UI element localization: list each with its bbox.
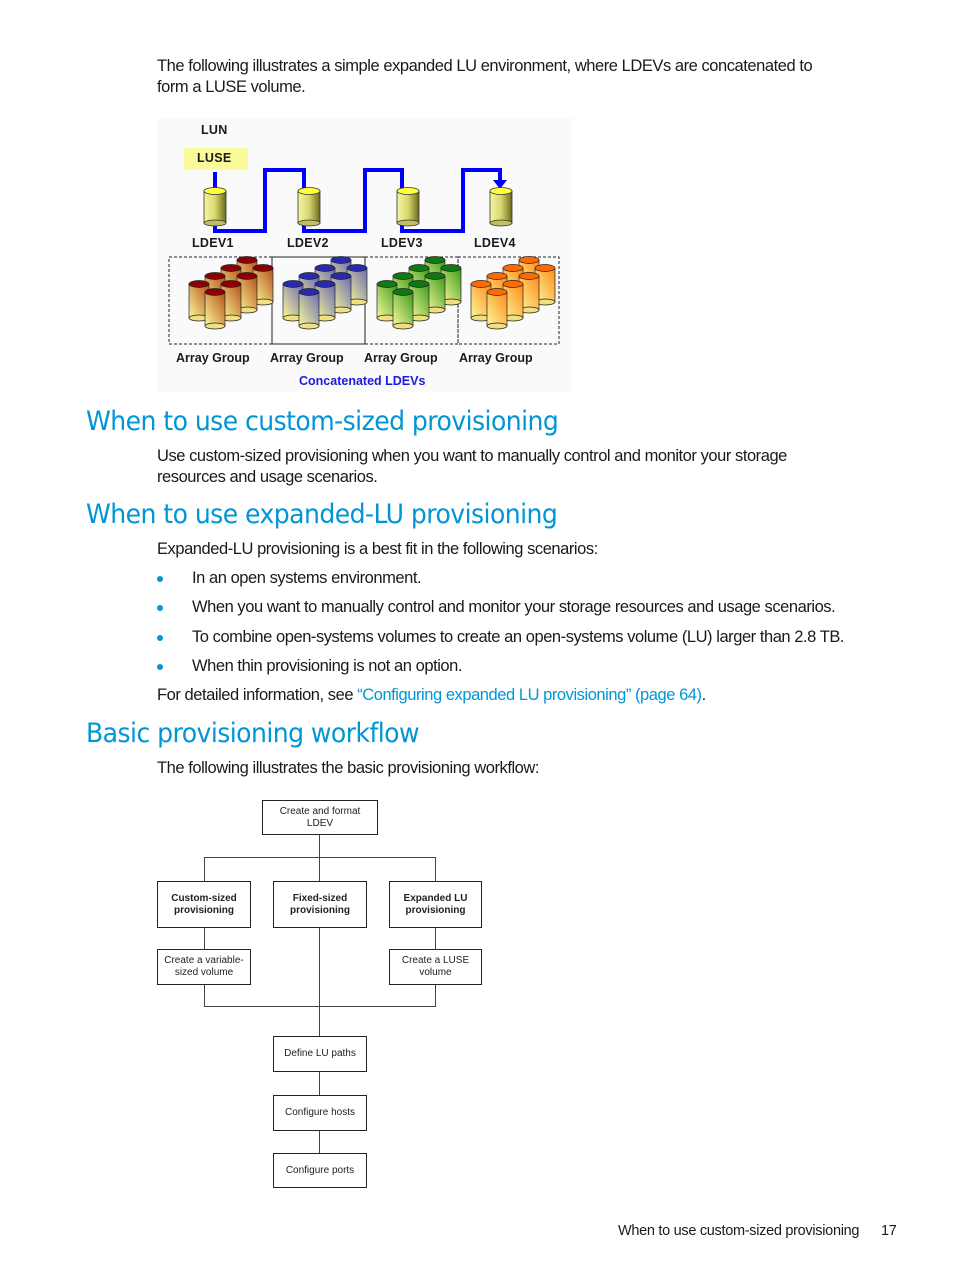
bullet-dot-icon xyxy=(157,635,163,641)
ldev4-label: LDEV4 xyxy=(474,236,516,250)
connector-line xyxy=(319,834,320,1037)
see-also-prefix: For detailed information, see xyxy=(157,686,358,704)
connector-line xyxy=(319,1070,320,1096)
step-configure-ports: Configure ports xyxy=(273,1153,367,1188)
connector-line xyxy=(204,857,205,1007)
step-create-variable-sized-volume: Create a variable-sized volume xyxy=(157,949,251,985)
intro-line-1: The following illustrates a simple expan… xyxy=(157,57,813,75)
step-fixed-sized-provisioning: Fixed-sized provisioning xyxy=(273,881,367,928)
ldev3-label: LDEV3 xyxy=(381,236,423,250)
custom-sized-paragraph: Use custom-sized provisioning when you w… xyxy=(157,446,917,488)
ldev1-label: LDEV1 xyxy=(192,236,234,250)
heading-basic-workflow: Basic provisioning workflow xyxy=(86,718,419,749)
concatenated-ldevs-caption: Concatenated LDEVs xyxy=(299,374,426,388)
bullet-dot-icon xyxy=(157,576,163,582)
intro-line-2: form a LUSE volume. xyxy=(157,78,306,96)
array-group-label-2: Array Group xyxy=(270,351,344,365)
connector-line xyxy=(435,857,436,1007)
ldev4-cylinder xyxy=(489,187,513,227)
array-group-disk-icon xyxy=(298,288,320,330)
array-group-label-3: Array Group xyxy=(364,351,438,365)
connector-line xyxy=(204,1006,436,1007)
bullet-dot-icon xyxy=(157,605,163,611)
array-group-disk-icon xyxy=(486,288,508,330)
custom-sized-line-2: resources and usage scenarios. xyxy=(157,468,378,486)
connector-line xyxy=(319,1130,320,1155)
step-configure-hosts: Configure hosts xyxy=(273,1095,367,1131)
intro-paragraph: The following illustrates a simple expan… xyxy=(157,56,917,98)
ldev3-cylinder xyxy=(396,187,420,227)
concatenation-path xyxy=(213,168,502,233)
connector-line xyxy=(204,857,435,858)
ldev2-cylinder xyxy=(297,187,321,227)
heading-custom-sized: When to use custom-sized provisioning xyxy=(86,406,559,437)
array-group-disk-icon xyxy=(204,288,226,330)
see-also-suffix: . xyxy=(701,686,707,704)
step-custom-sized-provisioning: Custom-sized provisioning xyxy=(157,881,251,928)
bullet-dot-icon xyxy=(157,664,163,670)
array-group-disk-icon xyxy=(392,288,414,330)
footer-section-title: When to use custom-sized provisioning xyxy=(618,1223,860,1239)
ldev2-label: LDEV2 xyxy=(287,236,329,250)
step-create-luse-volume: Create a LUSE volume xyxy=(389,949,482,985)
array-group-label-1: Array Group xyxy=(176,351,250,365)
workflow-intro: The following illustrates the basic prov… xyxy=(157,759,540,777)
step-define-lu-paths: Define LU paths xyxy=(273,1036,367,1072)
expanded-lu-intro: Expanded-LU provisioning is a best fit i… xyxy=(157,540,598,558)
step-expanded-lu-provisioning: Expanded LU provisioning xyxy=(389,881,482,928)
step-create-format-ldev: Create and format LDEV xyxy=(262,800,378,835)
custom-sized-line-1: Use custom-sized provisioning when you w… xyxy=(157,447,787,465)
ldev1-cylinder xyxy=(203,187,227,227)
array-group-label-4: Array Group xyxy=(459,351,533,365)
heading-expanded-lu: When to use expanded-LU provisioning xyxy=(86,499,558,530)
see-also-paragraph: For detailed information, see “Configuri… xyxy=(157,685,706,706)
configuring-expanded-lu-link[interactable]: “Configuring expanded LU provisioning” (… xyxy=(357,686,702,704)
luse-diagram: LUN LUSE LDEV1 LDEV2 LDEV3 LDEV4 Array G… xyxy=(157,118,572,392)
page-number: 17 xyxy=(881,1223,897,1239)
